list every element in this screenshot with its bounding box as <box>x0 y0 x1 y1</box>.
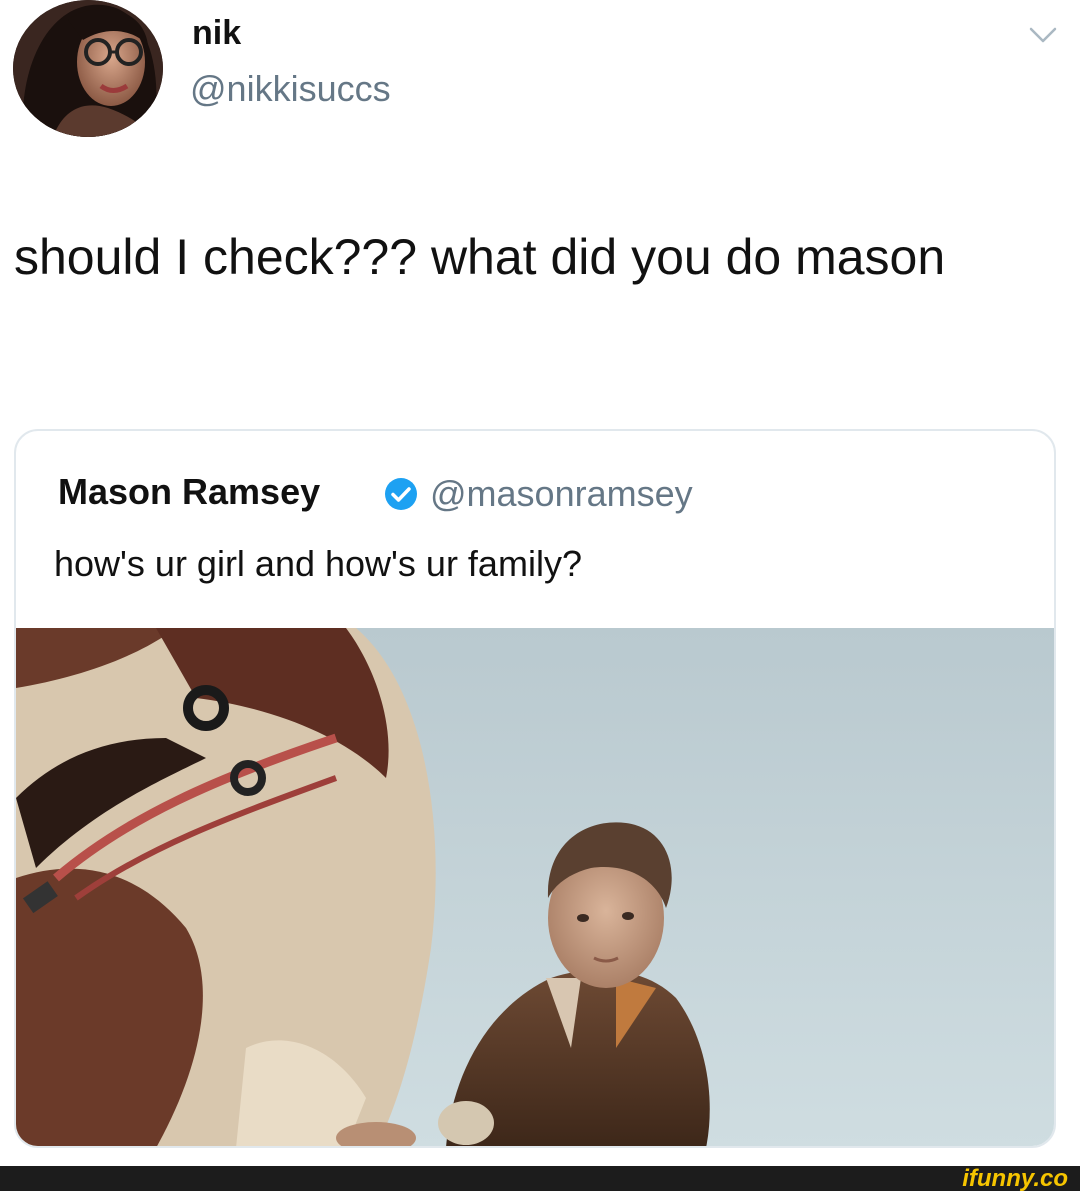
tweet-text: should I check??? what did you do mason <box>14 229 946 285</box>
author-display-name[interactable]: nik <box>192 14 241 53</box>
watermark-text: ifunny.co <box>962 1165 1068 1191</box>
ifunny-watermark-logo: ifunny.co <box>920 1165 1070 1192</box>
author-avatar[interactable] <box>13 0 163 137</box>
chevron-down-icon[interactable] <box>1028 22 1058 46</box>
author-handle[interactable]: @nikkisuccs <box>190 68 391 110</box>
tweet-card: nik @nikkisuccs should I check??? what d… <box>0 0 1080 1166</box>
footer-bar <box>0 1166 1080 1191</box>
quoted-tweet[interactable]: Mason Ramsey @masonramsey how's ur girl … <box>14 429 1056 1148</box>
boy-with-horse-photo <box>16 628 1054 1146</box>
quoted-author-name[interactable]: Mason Ramsey <box>58 471 320 513</box>
quoted-tweet-photo[interactable] <box>16 628 1054 1146</box>
verified-badge-icon <box>384 477 418 511</box>
quoted-tweet-text: how's ur girl and how's ur family? <box>54 543 582 584</box>
avatar-photo <box>13 0 163 137</box>
quoted-author-handle[interactable]: @masonramsey <box>430 473 693 515</box>
